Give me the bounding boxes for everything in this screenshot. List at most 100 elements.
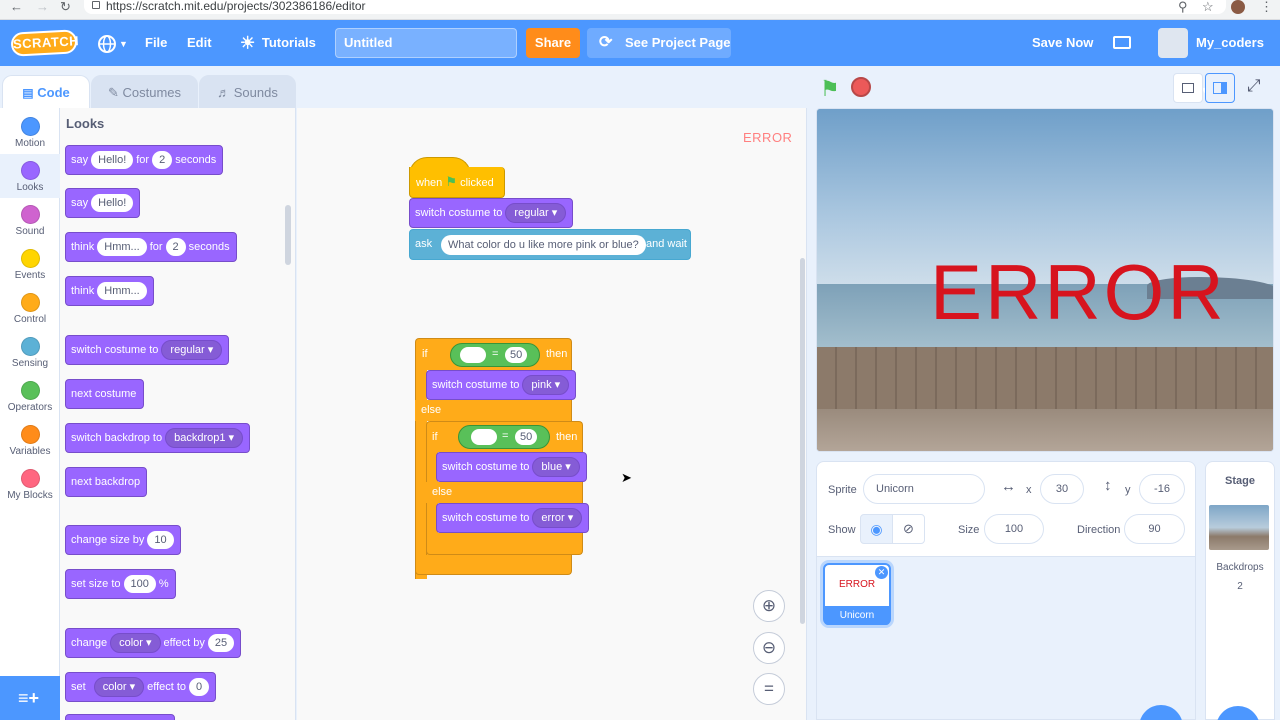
zoom-in-button[interactable]: ⊕ xyxy=(753,590,785,622)
tab-sounds[interactable]: ♬ Sounds xyxy=(199,75,296,109)
block-say[interactable]: say Hello! xyxy=(65,188,141,218)
category-operators[interactable]: Operators xyxy=(0,374,60,418)
choose-backdrop-button[interactable] xyxy=(1216,706,1260,720)
costume-dropdown[interactable]: regular ▾ xyxy=(505,203,567,224)
costume-dropdown[interactable]: pink ▾ xyxy=(522,375,570,396)
block-think[interactable]: think Hmm... xyxy=(65,276,154,306)
block-input[interactable]: 0 xyxy=(189,678,210,697)
block-switch-costume[interactable]: switch costume to regular ▾ xyxy=(65,335,230,365)
error-sprite[interactable]: ERROR xyxy=(930,247,1227,337)
operator-input-left[interactable] xyxy=(471,429,497,445)
block-input[interactable]: Hello! xyxy=(91,194,134,213)
block-set-size[interactable]: set size to 100% xyxy=(65,569,176,599)
share-button[interactable]: Share xyxy=(526,28,580,58)
stage-canvas[interactable]: ERROR xyxy=(816,108,1274,452)
large-stage-button[interactable] xyxy=(1205,73,1235,103)
script-scrollbar[interactable] xyxy=(800,258,805,624)
costume-dropdown[interactable]: error ▾ xyxy=(532,508,583,529)
browser-menu-icon[interactable]: ⋮ xyxy=(1260,0,1273,14)
sprite-tile-unicorn[interactable]: ERROR ✕ Unicorn xyxy=(823,563,891,625)
sprite-name-input[interactable]: Unicorn xyxy=(863,474,985,504)
palette-scrollbar[interactable] xyxy=(285,205,291,265)
block-input[interactable]: 2 xyxy=(165,238,186,257)
choose-sprite-button[interactable] xyxy=(1139,705,1183,720)
costume-dropdown[interactable]: regular ▾ xyxy=(161,340,223,361)
category-sound[interactable]: Sound xyxy=(0,198,60,242)
x-input[interactable]: 30 xyxy=(1040,474,1084,504)
effect-dropdown[interactable]: color ▾ xyxy=(93,677,145,698)
size-input[interactable]: 100 xyxy=(984,514,1044,544)
operator-input-right[interactable]: 50 xyxy=(515,429,538,445)
category-sensing[interactable]: Sensing xyxy=(0,330,60,374)
green-flag-button[interactable]: ⚑ xyxy=(820,76,840,102)
back-icon[interactable]: ← xyxy=(10,0,23,14)
scratch-logo[interactable]: SCRATCH xyxy=(10,29,79,57)
category-variables[interactable]: Variables xyxy=(0,418,60,462)
block-input[interactable]: 25 xyxy=(207,634,235,653)
block-input[interactable]: Hmm... xyxy=(97,238,147,257)
category-events[interactable]: Events xyxy=(0,242,60,286)
equals-operator[interactable]: = 50 xyxy=(458,425,550,449)
script-switch-costume-pink[interactable]: switch costume to pink ▾ xyxy=(426,370,577,400)
add-extension-button[interactable]: ≡+ xyxy=(0,676,60,720)
reload-icon[interactable]: ↻ xyxy=(60,0,71,14)
show-hidden-button[interactable]: ⊘ xyxy=(892,514,925,544)
file-menu[interactable]: File xyxy=(145,20,167,66)
category-looks[interactable]: Looks xyxy=(0,154,60,198)
operator-input-left[interactable] xyxy=(460,347,486,363)
see-project-page-button[interactable]: ⟳ See Project Page xyxy=(587,28,731,58)
block-think-for-secs[interactable]: think Hmm... for 2 seconds xyxy=(65,232,237,262)
tab-costumes[interactable]: ✎ Costumes xyxy=(91,75,198,109)
fullscreen-button[interactable]: ⤢ xyxy=(1241,73,1271,103)
bookmark-star-icon[interactable]: ☆ xyxy=(1202,0,1214,14)
save-now-button[interactable]: Save Now xyxy=(1032,20,1093,66)
block-set-effect[interactable]: set color ▾ effect to 0 xyxy=(65,672,217,702)
category-motion[interactable]: Motion xyxy=(0,110,60,154)
block-change-effect[interactable]: change color ▾ effect by 25 xyxy=(65,628,242,658)
script-switch-costume-blue[interactable]: switch costume to blue ▾ xyxy=(436,452,587,482)
script-ask-block[interactable]: ask What color do u like more pink or bl… xyxy=(409,229,691,260)
category-control[interactable]: Control xyxy=(0,286,60,330)
backdrop-dropdown[interactable]: backdrop1 ▾ xyxy=(165,428,244,449)
language-menu[interactable]: ▼ xyxy=(97,20,128,66)
tab-code[interactable]: ▤ Code xyxy=(2,75,90,109)
edit-menu[interactable]: Edit xyxy=(187,20,212,66)
project-title-input[interactable]: Untitled xyxy=(335,28,517,58)
profile-avatar-icon[interactable] xyxy=(1231,0,1245,14)
direction-input[interactable]: 90 xyxy=(1124,514,1185,544)
if-else-block-outer[interactable]: if = 50 then xyxy=(415,338,572,370)
block-clear-effects[interactable] xyxy=(65,714,175,720)
script-switch-costume-regular[interactable]: switch costume to regular ▾ xyxy=(409,198,574,228)
show-visible-button[interactable]: ◉ xyxy=(860,514,893,544)
script-switch-costume-error[interactable]: switch costume to error ▾ xyxy=(436,503,590,533)
delete-sprite-icon[interactable]: ✕ xyxy=(875,566,888,579)
effect-dropdown[interactable]: color ▾ xyxy=(110,633,161,654)
block-input[interactable]: 2 xyxy=(152,151,173,170)
block-change-size[interactable]: change size by 10 xyxy=(65,525,181,555)
if-else-block-inner[interactable]: if = 50 then xyxy=(426,421,583,452)
stage-target-panel[interactable]: Stage Backdrops 2 xyxy=(1205,461,1275,720)
zoom-out-button[interactable]: ⊖ xyxy=(753,632,785,664)
ask-question-input[interactable]: What color do u like more pink or blue? xyxy=(441,235,646,255)
stop-button[interactable] xyxy=(851,77,871,97)
block-input[interactable]: Hmm... xyxy=(97,282,147,301)
address-bar[interactable]: https://scratch.mit.edu/projects/3023861… xyxy=(84,0,1226,14)
user-avatar[interactable] xyxy=(1158,28,1188,58)
equals-operator[interactable]: = 50 xyxy=(450,343,540,367)
block-input[interactable]: Hello! xyxy=(91,151,134,170)
my-stuff-folder-icon[interactable] xyxy=(1113,36,1131,49)
block-switch-backdrop[interactable]: switch backdrop to backdrop1 ▾ xyxy=(65,423,251,453)
block-next-backdrop[interactable]: next backdrop xyxy=(65,467,148,497)
category-my-blocks[interactable]: My Blocks xyxy=(0,462,60,506)
costume-dropdown[interactable]: blue ▾ xyxy=(532,457,580,478)
zoom-icon[interactable]: ⚲ xyxy=(1178,0,1188,14)
y-input[interactable]: -16 xyxy=(1139,474,1185,504)
block-next-costume[interactable]: next costume xyxy=(65,379,144,409)
small-stage-button[interactable] xyxy=(1173,73,1203,103)
tutorials-menu[interactable]: ☀ Tutorials xyxy=(240,20,316,66)
block-say-for-secs[interactable]: say Hello! for 2 seconds xyxy=(65,145,224,175)
operator-input-right[interactable]: 50 xyxy=(505,347,528,363)
zoom-reset-button[interactable]: = xyxy=(753,673,785,705)
block-input[interactable]: 100 xyxy=(123,575,156,594)
block-input[interactable]: 10 xyxy=(147,531,174,550)
